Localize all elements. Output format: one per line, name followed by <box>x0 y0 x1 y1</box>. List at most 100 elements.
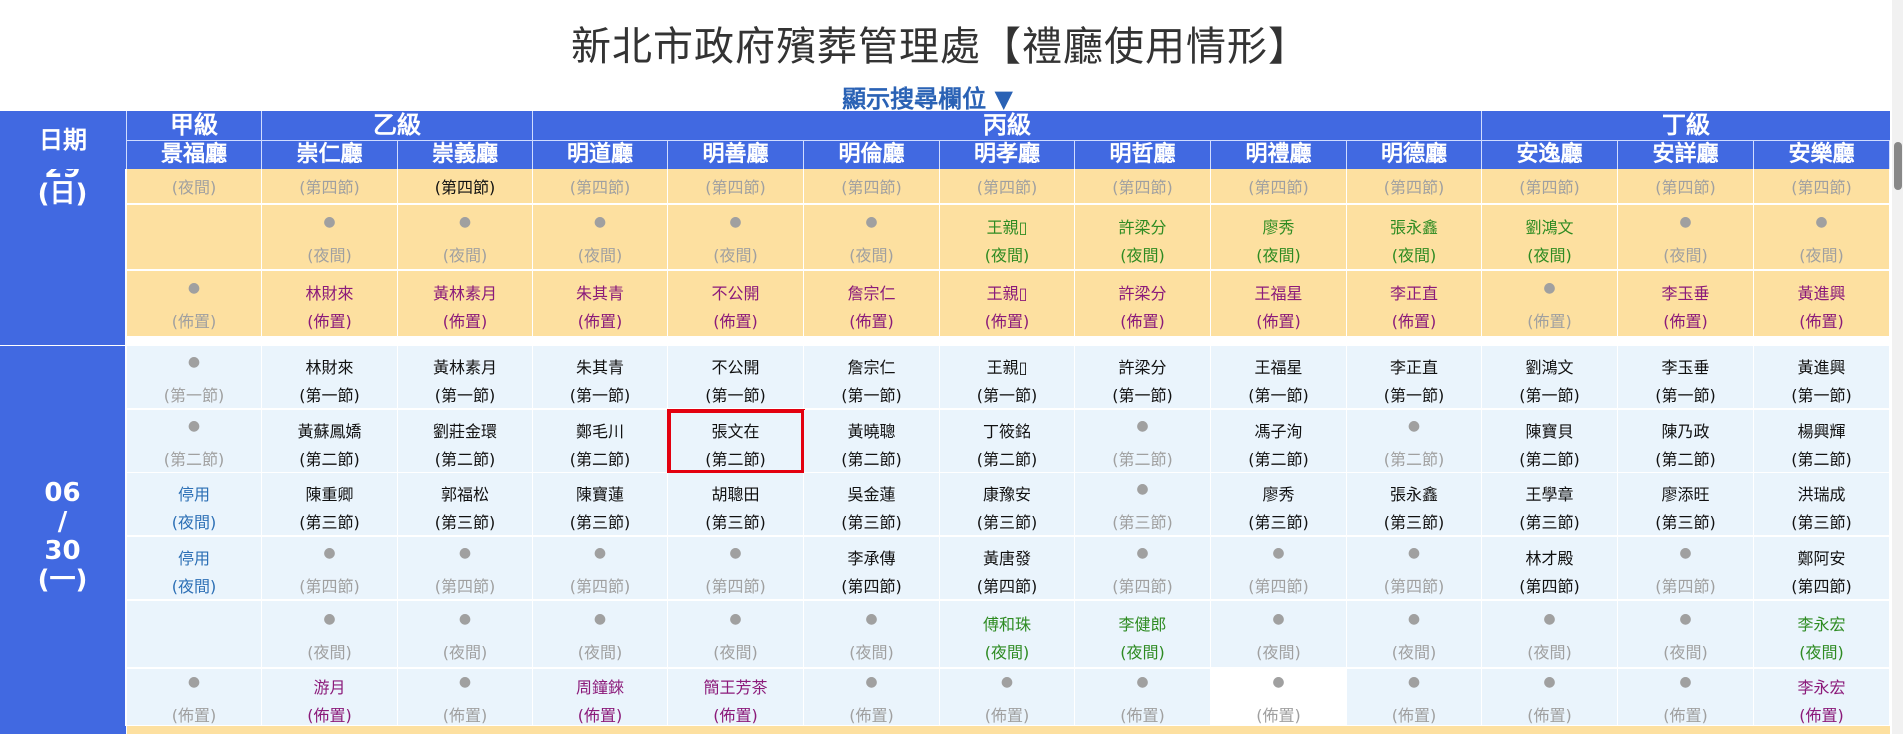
schedule-cell[interactable] <box>127 205 262 270</box>
schedule-cell[interactable]: ● (第四節) <box>1075 537 1211 600</box>
schedule-cell[interactable]: 廖秀 (第三節) <box>1211 473 1347 536</box>
schedule-cell[interactable]: ● (第四節) <box>1618 537 1754 600</box>
schedule-cell[interactable]: ● (第四節) <box>1211 537 1347 600</box>
schedule-cell[interactable]: 李正直 (第一節) <box>1347 346 1482 409</box>
schedule-cell[interactable]: 黃進興 (佈置) <box>1754 271 1890 337</box>
schedule-cell[interactable]: ● (第二節) <box>1075 410 1211 473</box>
vertical-scrollbar[interactable] <box>1892 0 1903 734</box>
schedule-cell[interactable]: ● (夜間) <box>804 205 940 270</box>
schedule-cell[interactable]: ● (第一節) <box>127 346 262 409</box>
schedule-cell[interactable]: ● (夜間) <box>1211 601 1347 668</box>
schedule-cell[interactable]: 丁筱銘 (第二節) <box>940 410 1075 473</box>
schedule-cell[interactable]: 廖秀 (夜間) <box>1211 205 1347 270</box>
schedule-cell[interactable]: 李承傳 (第四節) <box>804 537 940 600</box>
schedule-cell[interactable]: ● (夜間) <box>398 601 533 668</box>
schedule-cell[interactable]: 不公開 (第一節) <box>668 346 804 409</box>
schedule-cell[interactable]: (第四節) <box>1075 169 1211 204</box>
schedule-cell[interactable]: 林才殿 (第四節) <box>1482 537 1618 600</box>
schedule-cell[interactable]: 朱其青 (第一節) <box>533 346 668 409</box>
schedule-cell[interactable]: (第四節) <box>668 169 804 204</box>
schedule-cell[interactable]: 王親▯ (佈置) <box>940 271 1075 337</box>
schedule-cell[interactable]: (第四節) <box>262 169 398 204</box>
schedule-cell[interactable]: ● (夜間) <box>262 601 398 668</box>
schedule-cell[interactable]: 李玉垂 (第一節) <box>1618 346 1754 409</box>
schedule-cell[interactable]: 黃蘇鳳嬌 (第二節) <box>262 410 398 473</box>
schedule-cell[interactable]: ● (佈置) <box>804 669 940 726</box>
schedule-cell[interactable]: ● (佈置) <box>1618 669 1754 726</box>
schedule-cell[interactable]: 馮子洵 (第二節) <box>1211 410 1347 473</box>
schedule-cell[interactable]: (第四節) <box>533 169 668 204</box>
schedule-cell[interactable]: 劉鴻文 (第一節) <box>1482 346 1618 409</box>
schedule-cell[interactable]: ● (第四節) <box>398 537 533 600</box>
schedule-cell[interactable]: ● (佈置) <box>1482 669 1618 726</box>
schedule-cell[interactable]: ● (夜間) <box>1754 205 1890 270</box>
schedule-cell[interactable]: 簡王芳茶 (佈置) <box>668 669 804 726</box>
schedule-cell[interactable]: 林財來 (第一節) <box>262 346 398 409</box>
schedule-cell[interactable]: 王福星 (佈置) <box>1211 271 1347 337</box>
schedule-cell[interactable]: ● (夜間) <box>398 205 533 270</box>
schedule-cell[interactable]: 陳寶蓮 (第三節) <box>533 473 668 536</box>
schedule-cell[interactable]: ● (第三節) <box>1075 473 1211 536</box>
schedule-cell[interactable]: ● (第四節) <box>533 537 668 600</box>
schedule-cell[interactable]: 黃進興 (第一節) <box>1754 346 1890 409</box>
schedule-cell[interactable]: 不公開 (佈置) <box>668 271 804 337</box>
schedule-cell[interactable]: 鄭毛川 (第二節) <box>533 410 668 473</box>
schedule-cell[interactable]: 許梁分 (第一節) <box>1075 346 1211 409</box>
scrollbar-thumb[interactable] <box>1894 142 1902 190</box>
schedule-cell[interactable]: ● (佈置) <box>1482 271 1618 337</box>
schedule-cell[interactable]: ● (第四節) <box>668 537 804 600</box>
schedule-cell[interactable]: 鄭阿安 (第四節) <box>1754 537 1890 600</box>
schedule-cell[interactable]: 劉鴻文 (夜間) <box>1482 205 1618 270</box>
schedule-cell[interactable]: ● (佈置) <box>398 669 533 726</box>
schedule-cell[interactable]: ● (第四節) <box>262 537 398 600</box>
schedule-cell[interactable]: (夜間) <box>127 169 262 204</box>
schedule-cell[interactable]: ● (夜間) <box>262 205 398 270</box>
schedule-cell[interactable]: 黃曉聰 (第二節) <box>804 410 940 473</box>
schedule-cell[interactable]: ● (夜間) <box>1618 205 1754 270</box>
schedule-cell[interactable]: 李正直 (佈置) <box>1347 271 1482 337</box>
schedule-cell[interactable]: 王學章 (第三節) <box>1482 473 1618 536</box>
schedule-cell[interactable]: (第四節) <box>804 169 940 204</box>
schedule-cell[interactable]: ● (佈置) <box>940 669 1075 726</box>
schedule-cell[interactable]: 張永鑫 (第三節) <box>1347 473 1482 536</box>
schedule-cell[interactable]: 黃林素月 (佈置) <box>398 271 533 337</box>
search-toggle-link[interactable]: 顯示搜尋欄位 ▼ <box>0 79 1855 114</box>
schedule-cell[interactable]: (第四節) <box>1618 169 1754 204</box>
schedule-cell[interactable]: 王親▯ (第一節) <box>940 346 1075 409</box>
schedule-cell[interactable]: (第四節) <box>398 169 533 204</box>
schedule-cell[interactable]: 吳金蓮 (第三節) <box>804 473 940 536</box>
schedule-cell[interactable]: ● (佈置) <box>127 271 262 337</box>
schedule-cell[interactable]: 李永宏 (夜間) <box>1754 601 1890 668</box>
schedule-cell[interactable]: 陳乃政 (第二節) <box>1618 410 1754 473</box>
schedule-cell[interactable]: (第四節) <box>1347 169 1482 204</box>
schedule-cell[interactable]: 傅和珠 (夜間) <box>940 601 1075 668</box>
schedule-cell[interactable]: ● (佈置) <box>1211 669 1347 726</box>
schedule-cell[interactable]: ● (夜間) <box>1347 601 1482 668</box>
schedule-cell[interactable]: ● (夜間) <box>533 205 668 270</box>
schedule-cell[interactable]: 林財來 (佈置) <box>262 271 398 337</box>
schedule-cell[interactable]: 許梁分 (夜間) <box>1075 205 1211 270</box>
schedule-cell[interactable]: ● (夜間) <box>1618 601 1754 668</box>
schedule-cell[interactable]: (第四節) <box>940 169 1075 204</box>
schedule-cell[interactable]: ● (夜間) <box>804 601 940 668</box>
schedule-cell[interactable]: ● (佈置) <box>1347 669 1482 726</box>
schedule-cell[interactable]: 詹宗仁 (佈置) <box>804 271 940 337</box>
schedule-cell[interactable]: 洪瑞成 (第三節) <box>1754 473 1890 536</box>
schedule-cell[interactable]: 停用 (夜間) <box>127 537 262 600</box>
schedule-cell[interactable]: 郭福松 (第三節) <box>398 473 533 536</box>
schedule-cell[interactable]: 康豫安 (第三節) <box>940 473 1075 536</box>
schedule-cell[interactable]: ● (佈置) <box>1075 669 1211 726</box>
schedule-cell[interactable]: 楊興輝 (第二節) <box>1754 410 1890 473</box>
schedule-cell[interactable]: 游月 (佈置) <box>262 669 398 726</box>
schedule-cell[interactable]: 停用 (夜間) <box>127 473 262 536</box>
schedule-cell[interactable]: ● (第二節) <box>127 410 262 473</box>
schedule-cell[interactable]: ● (第二節) <box>1347 410 1482 473</box>
schedule-cell[interactable]: 詹宗仁 (第一節) <box>804 346 940 409</box>
schedule-cell[interactable]: 胡聰田 (第三節) <box>668 473 804 536</box>
schedule-cell[interactable]: 黃林素月 (第一節) <box>398 346 533 409</box>
schedule-cell[interactable]: 陳重卿 (第三節) <box>262 473 398 536</box>
schedule-cell[interactable]: ● (第四節) <box>1347 537 1482 600</box>
schedule-cell[interactable]: ● (夜間) <box>668 601 804 668</box>
schedule-cell[interactable]: ● (夜間) <box>1482 601 1618 668</box>
schedule-cell[interactable]: 朱其青 (佈置) <box>533 271 668 337</box>
